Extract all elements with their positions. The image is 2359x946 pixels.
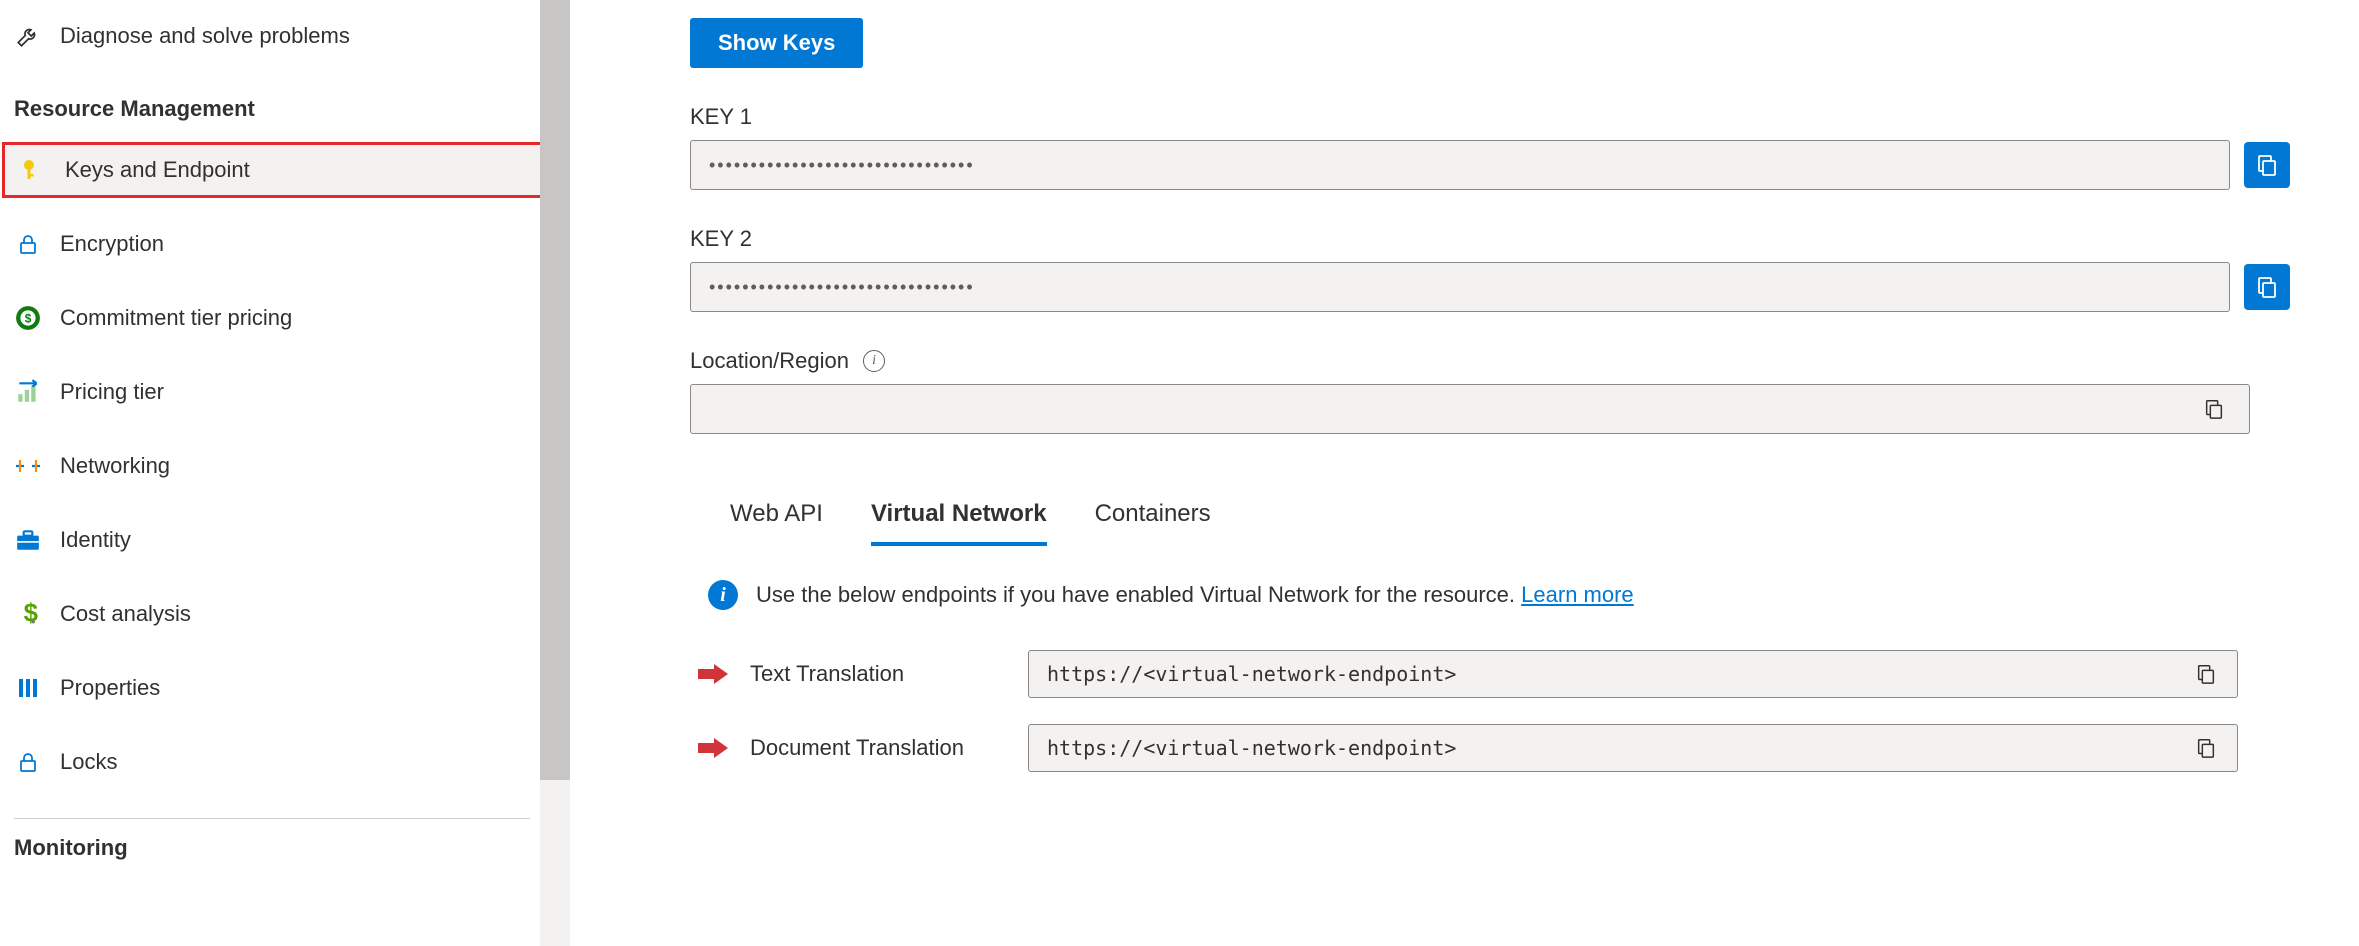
briefcase-icon <box>14 526 42 554</box>
learn-more-link[interactable]: Learn more <box>1521 582 1634 607</box>
sidebar-item-identity[interactable]: Identity <box>0 512 570 568</box>
endpoint-row-document-translation: Document Translation https://<virtual-ne… <box>690 724 2359 772</box>
sidebar-section-resource-management: Resource Management <box>0 64 570 140</box>
sidebar-item-pricing-tier[interactable]: Pricing tier <box>0 364 570 420</box>
svg-text:$: $ <box>25 311 32 325</box>
sidebar-item-networking[interactable]: Networking <box>0 438 570 494</box>
endpoint-row-text-translation: Text Translation https://<virtual-networ… <box>690 650 2359 698</box>
sidebar-item-label: Properties <box>60 675 160 701</box>
dollar-icon: $ • <box>14 600 42 628</box>
key2-value: •••••••••••••••••••••••••••••••• <box>709 277 975 298</box>
sidebar: Diagnose and solve problems Resource Man… <box>0 0 570 946</box>
sidebar-item-diagnose[interactable]: Diagnose and solve problems <box>0 8 570 64</box>
info-text: Use the below endpoints if you have enab… <box>756 582 1634 608</box>
wrench-icon <box>14 22 42 50</box>
info-icon: i <box>708 580 738 610</box>
tab-virtual-network[interactable]: Virtual Network <box>871 490 1047 546</box>
sidebar-item-locks[interactable]: Locks <box>0 734 570 790</box>
sidebar-item-keys-endpoint[interactable]: Keys and Endpoint <box>2 142 564 198</box>
text-translation-endpoint-input[interactable]: https://<virtual-network-endpoint> <box>1028 650 2238 698</box>
key2-input[interactable]: •••••••••••••••••••••••••••••••• <box>690 262 2230 312</box>
main-panel: Show Keys KEY 1 ••••••••••••••••••••••••… <box>570 0 2359 946</box>
location-input[interactable] <box>690 384 2250 434</box>
key1-label: KEY 1 <box>690 104 2359 130</box>
sidebar-item-label: Diagnose and solve problems <box>60 23 350 49</box>
properties-icon <box>14 674 42 702</box>
sidebar-item-label: Commitment tier pricing <box>60 305 292 331</box>
sidebar-item-label: Cost analysis <box>60 601 191 627</box>
networking-icon <box>14 452 42 480</box>
scrollbar-thumb[interactable] <box>540 0 570 780</box>
sidebar-item-label: Pricing tier <box>60 379 164 405</box>
sidebar-item-encryption[interactable]: Encryption <box>0 216 570 272</box>
endpoint-label: Text Translation <box>722 661 1028 687</box>
sidebar-item-properties[interactable]: Properties <box>0 660 570 716</box>
document-translation-endpoint-input[interactable]: https://<virtual-network-endpoint> <box>1028 724 2238 772</box>
sidebar-item-label: Locks <box>60 749 117 775</box>
lock-icon <box>14 230 42 258</box>
sidebar-item-cost-analysis[interactable]: $ • Cost analysis <box>0 586 570 642</box>
sidebar-item-label: Keys and Endpoint <box>65 157 250 183</box>
sidebar-item-commitment-tier[interactable]: $ Commitment tier pricing <box>0 290 570 346</box>
show-keys-button[interactable]: Show Keys <box>690 18 863 68</box>
copy-location-button[interactable] <box>2197 392 2231 426</box>
info-icon[interactable]: i <box>863 350 885 372</box>
key1-value: •••••••••••••••••••••••••••••••• <box>709 155 975 176</box>
endpoint-value: https://<virtual-network-endpoint> <box>1047 662 1456 686</box>
chart-arrow-icon <box>14 378 42 406</box>
sidebar-item-label: Encryption <box>60 231 164 257</box>
info-banner: i Use the below endpoints if you have en… <box>708 580 2359 610</box>
tab-web-api[interactable]: Web API <box>730 490 823 546</box>
endpoint-value: https://<virtual-network-endpoint> <box>1047 736 1456 760</box>
location-label: Location/Region i <box>690 348 2359 374</box>
endpoint-tabs: Web API Virtual Network Containers <box>730 490 2359 546</box>
sidebar-section-monitoring: Monitoring <box>0 819 570 879</box>
lock-icon <box>14 748 42 776</box>
dollar-circle-icon: $ <box>14 304 42 332</box>
copy-text-translation-button[interactable] <box>2189 657 2223 691</box>
key2-label: KEY 2 <box>690 226 2359 252</box>
copy-key1-button[interactable] <box>2244 142 2290 188</box>
copy-document-translation-button[interactable] <box>2189 731 2223 765</box>
sidebar-item-label: Networking <box>60 453 170 479</box>
tab-containers[interactable]: Containers <box>1095 490 1211 546</box>
endpoint-label: Document Translation <box>722 735 1028 761</box>
scrollbar-track[interactable] <box>540 0 570 946</box>
copy-key2-button[interactable] <box>2244 264 2290 310</box>
key-icon <box>19 156 47 184</box>
sidebar-item-label: Identity <box>60 527 131 553</box>
svg-text:•: • <box>31 615 35 628</box>
key1-input[interactable]: •••••••••••••••••••••••••••••••• <box>690 140 2230 190</box>
